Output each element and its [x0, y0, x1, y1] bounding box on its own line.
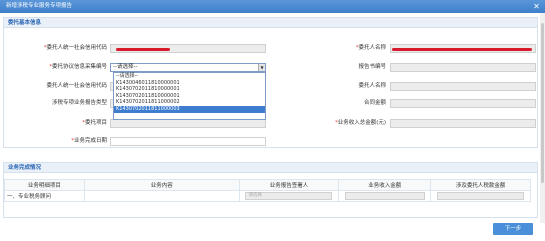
finish-date-field[interactable] [110, 137, 266, 146]
report-no-label: 报告书编号 [358, 64, 386, 70]
dropdown-option[interactable]: K1430702011811000002 [114, 99, 265, 106]
dropdown-option[interactable]: K1430046011810000001 [114, 80, 265, 87]
income-label: *业务收入总金额(元) [334, 120, 386, 126]
dropdown-option[interactable]: --请选择-- [114, 73, 265, 80]
column-header: 业务收入金额 [338, 179, 432, 191]
report-no-field [390, 63, 536, 72]
agreement-dropdown-list[interactable]: --请选择-- K1430046011810000001 K1430702011… [113, 72, 266, 120]
row-item-label: 一、专业税务顾问 [4, 190, 85, 202]
client-credit-label-2: 委托人统一社会信用代码 [46, 83, 107, 89]
client-name-field-2 [390, 82, 536, 91]
row-project: *委托项目 *业务收入总金额(元) [6, 118, 536, 129]
row-credit-code: *委托人统一社会信用代码 *委托人名称 [6, 43, 536, 54]
close-icon[interactable]: ✕ [532, 2, 541, 11]
dropdown-option[interactable]: K1430702011810000001 [114, 93, 265, 100]
tax-special-label: 涉税专项业务报告类型 [51, 100, 107, 106]
column-header: 业务明细项目 [4, 179, 85, 191]
dropdown-option[interactable]: K1430702011810000001 [114, 86, 265, 93]
client-name-field [390, 44, 536, 53]
client-name-label-2: 委托人名称 [358, 83, 386, 89]
contract-amount-label: 合同金额 [363, 100, 386, 106]
vertical-scrollbar[interactable] [540, 13, 545, 223]
table-row: 一、专业税务顾问 请选择 [4, 190, 531, 202]
signer-cell: 请选择 [238, 190, 340, 202]
row-tax-special: 涉税专项业务报告类型 合同金额 [6, 98, 536, 109]
contract-amount-field [390, 99, 536, 108]
business-status-heading: 业务完成情况 [4, 163, 537, 173]
finish-date-label: *业务完成日期 [71, 138, 107, 144]
table-header-row: 业务明细项目 业务内容 业务报告签署人 业务收入金额 涉及委托人税款金额 [4, 179, 531, 191]
tax-amount-cell [430, 190, 531, 202]
client-info-heading: 委托基本信息 [4, 18, 537, 28]
income-amount-cell [338, 190, 432, 202]
client-name-label: *委托人名称 [355, 45, 386, 51]
project-label: *委托项目 [82, 120, 107, 126]
scrollbar-thumb[interactable] [541, 23, 544, 183]
row-finish-date: *业务完成日期 [6, 136, 536, 147]
tax-amount-input[interactable] [437, 192, 525, 200]
income-field[interactable] [390, 119, 536, 128]
agreement-no-label: *委托协议信息采集编号 [49, 64, 107, 70]
window-title: 新增涉税专业服务专项报告 [6, 3, 73, 9]
redacted-value [392, 48, 532, 51]
row-client-credit-2: 委托人统一社会信用代码 委托人名称 [6, 81, 536, 92]
signer-select[interactable]: 请选择 [245, 192, 333, 200]
column-header: 涉及委托人税款金额 [430, 179, 531, 191]
agreement-select-value: --请选择-- [113, 64, 138, 70]
redacted-value [116, 48, 170, 51]
project-field[interactable] [110, 119, 266, 128]
row-agreement: *委托协议信息采集编号 --请选择-- ▼ 报告书编号 [6, 62, 536, 73]
next-button[interactable]: 下一步 [493, 223, 533, 235]
income-amount-input[interactable] [344, 192, 425, 200]
column-header: 业务报告签署人 [238, 179, 340, 191]
window-title-bar: 新增涉税专业服务专项报告 ✕ [0, 0, 545, 13]
business-content-cell[interactable] [83, 190, 240, 202]
business-table: 业务明细项目 业务内容 业务报告签署人 业务收入金额 涉及委托人税款金额 一、专… [4, 179, 531, 202]
credit-code-field [110, 44, 266, 53]
column-header: 业务内容 [83, 179, 240, 191]
chevron-down-icon[interactable]: ▼ [258, 64, 265, 71]
dropdown-option-selected[interactable]: K1430702011811000003 [114, 105, 265, 113]
credit-code-label: *委托人统一社会信用代码 [43, 45, 107, 51]
agreement-select[interactable]: --请选择-- ▼ [110, 63, 266, 72]
